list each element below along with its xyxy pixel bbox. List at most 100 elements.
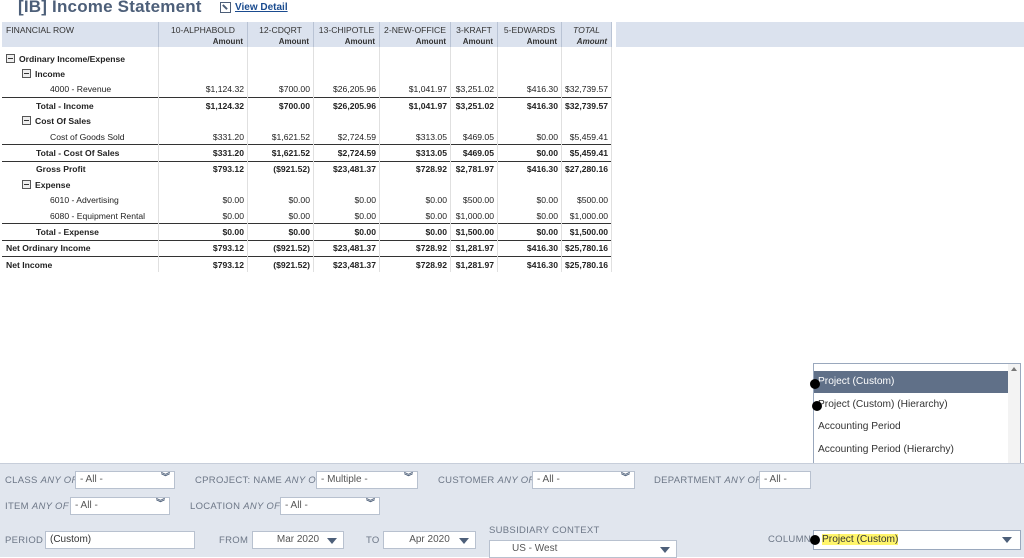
amount-cell[interactable]: $32,739.57 bbox=[561, 97, 613, 114]
amount-cell[interactable]: $1,000.00 bbox=[561, 207, 613, 224]
row-label[interactable]: Income bbox=[2, 66, 159, 82]
department-filter-select[interactable]: - All - bbox=[759, 471, 811, 489]
col-header-total[interactable]: TOTAL Amount bbox=[561, 22, 613, 47]
col-header-new-office[interactable]: 2-NEW-OFFICE Amount bbox=[379, 22, 451, 47]
period-filter-input[interactable]: (Custom) bbox=[45, 531, 195, 549]
amount-cell[interactable]: $416.30 bbox=[497, 81, 562, 98]
amount-cell[interactable]: $1,000.00 bbox=[450, 207, 498, 224]
amount-cell[interactable]: $0.00 bbox=[497, 144, 562, 162]
amount-cell[interactable]: $3,251.02 bbox=[450, 81, 498, 98]
amount-cell[interactable]: $2,724.59 bbox=[313, 128, 380, 145]
amount-cell[interactable]: $0.00 bbox=[313, 223, 380, 241]
amount-cell[interactable]: $0.00 bbox=[497, 192, 562, 208]
amount-cell[interactable]: $5,459.41 bbox=[561, 144, 613, 162]
col-header-edwards[interactable]: 5-EDWARDS Amount bbox=[497, 22, 562, 47]
amount-cell[interactable]: ($921.52) bbox=[247, 256, 314, 273]
view-detail-link[interactable]: View Detail bbox=[220, 2, 288, 13]
amount-cell[interactable]: $0.00 bbox=[497, 207, 562, 224]
amount-cell[interactable]: $1,281.97 bbox=[450, 256, 498, 273]
amount-cell[interactable]: $0.00 bbox=[247, 192, 314, 208]
col-header-kraft[interactable]: 3-KRAFT Amount bbox=[450, 22, 498, 47]
amount-cell[interactable]: $313.05 bbox=[379, 128, 451, 145]
amount-cell[interactable]: $32,739.57 bbox=[561, 81, 613, 98]
dropdown-option[interactable]: Project (Custom) bbox=[814, 371, 1008, 393]
row-label[interactable]: Cost Of Sales bbox=[2, 113, 159, 129]
amount-cell[interactable]: $416.30 bbox=[497, 160, 562, 178]
amount-cell[interactable]: $500.00 bbox=[450, 192, 498, 208]
amount-cell[interactable]: $469.05 bbox=[450, 128, 498, 145]
amount-cell[interactable]: $26,205.96 bbox=[313, 81, 380, 98]
collapse-icon[interactable] bbox=[22, 69, 31, 79]
amount-cell[interactable]: $700.00 bbox=[247, 81, 314, 98]
row-label[interactable]: Ordinary Income/Expense bbox=[2, 47, 159, 67]
amount-cell[interactable]: $5,459.41 bbox=[561, 128, 613, 145]
amount-cell[interactable]: $0.00 bbox=[158, 223, 248, 241]
amount-cell[interactable]: $1,124.32 bbox=[158, 81, 248, 98]
amount-cell[interactable]: $416.30 bbox=[497, 256, 562, 273]
subsidiary-context-select[interactable]: US - West bbox=[489, 540, 677, 558]
column-select[interactable]: Project (Custom) bbox=[813, 530, 1021, 550]
amount-cell[interactable]: $0.00 bbox=[158, 192, 248, 208]
amount-cell[interactable]: $27,280.16 bbox=[561, 160, 613, 178]
amount-cell[interactable]: $0.00 bbox=[247, 223, 314, 241]
row-label[interactable]: Expense bbox=[2, 177, 159, 193]
cproject-filter-select[interactable]: - Multiple - ︾ bbox=[316, 471, 418, 489]
amount-cell[interactable]: $728.92 bbox=[379, 160, 451, 178]
location-filter-select[interactable]: - All - ︾ bbox=[280, 497, 380, 515]
amount-cell[interactable]: $728.92 bbox=[379, 239, 451, 257]
col-header-alphabold[interactable]: 10-ALPHABOLD Amount bbox=[158, 22, 248, 47]
amount-cell[interactable]: $1,041.97 bbox=[379, 81, 451, 98]
col-header-cdqrt[interactable]: 12-CDQRT Amount bbox=[247, 22, 314, 47]
amount-cell[interactable]: $0.00 bbox=[379, 207, 451, 224]
class-filter-select[interactable]: - All - ︾ bbox=[75, 471, 175, 489]
dropdown-option[interactable]: Project (Custom) (Hierarchy) bbox=[814, 394, 1008, 416]
amount-cell[interactable]: $2,724.59 bbox=[313, 144, 380, 162]
amount-cell[interactable]: ($921.52) bbox=[247, 160, 314, 178]
amount-cell[interactable]: $1,281.97 bbox=[450, 239, 498, 257]
collapse-icon[interactable] bbox=[22, 179, 31, 189]
amount-cell[interactable]: $793.12 bbox=[158, 160, 248, 178]
amount-cell[interactable]: $0.00 bbox=[497, 223, 562, 241]
amount-cell[interactable]: $728.92 bbox=[379, 256, 451, 273]
amount-cell[interactable]: $0.00 bbox=[497, 128, 562, 145]
amount-cell[interactable]: $313.05 bbox=[379, 144, 451, 162]
amount-cell[interactable]: $26,205.96 bbox=[313, 97, 380, 114]
amount-cell[interactable]: $1,621.52 bbox=[247, 144, 314, 162]
amount-cell[interactable]: $416.30 bbox=[497, 97, 562, 114]
amount-cell[interactable]: $0.00 bbox=[158, 207, 248, 224]
amount-cell[interactable]: $1,500.00 bbox=[561, 223, 613, 241]
amount-cell[interactable]: $0.00 bbox=[247, 207, 314, 224]
amount-cell[interactable]: $416.30 bbox=[497, 239, 562, 257]
amount-cell[interactable]: $0.00 bbox=[379, 223, 451, 241]
amount-cell[interactable]: $23,481.37 bbox=[313, 160, 380, 178]
amount-cell[interactable]: $0.00 bbox=[313, 207, 380, 224]
amount-cell[interactable]: $500.00 bbox=[561, 192, 613, 208]
customer-filter-select[interactable]: - All - ︾ bbox=[532, 471, 635, 489]
amount-cell[interactable]: $25,780.16 bbox=[561, 239, 613, 257]
collapse-icon[interactable] bbox=[22, 116, 31, 126]
to-filter-select[interactable]: Apr 2020 bbox=[383, 531, 476, 549]
amount-cell[interactable]: $1,500.00 bbox=[450, 223, 498, 241]
amount-cell[interactable]: $3,251.02 bbox=[450, 97, 498, 114]
dropdown-option[interactable]: Accounting Period (Hierarchy) bbox=[814, 439, 1008, 461]
amount-cell[interactable]: $793.12 bbox=[158, 256, 248, 273]
amount-cell[interactable]: $2,781.97 bbox=[450, 160, 498, 178]
col-header-chipotle[interactable]: 13-CHIPOTLE Amount bbox=[313, 22, 380, 47]
dropdown-option[interactable]: Accounting Period bbox=[814, 416, 1008, 438]
amount-cell[interactable]: $23,481.37 bbox=[313, 239, 380, 257]
amount-cell[interactable]: $1,621.52 bbox=[247, 128, 314, 145]
amount-cell[interactable]: $1,124.32 bbox=[158, 97, 248, 114]
amount-cell[interactable]: $700.00 bbox=[247, 97, 314, 114]
amount-cell[interactable]: $0.00 bbox=[379, 192, 451, 208]
from-filter-select[interactable]: Mar 2020 bbox=[252, 531, 344, 549]
item-filter-select[interactable]: - All - ︾ bbox=[70, 497, 170, 515]
amount-cell[interactable]: $1,041.97 bbox=[379, 97, 451, 114]
amount-cell[interactable]: $469.05 bbox=[450, 144, 498, 162]
amount-cell[interactable]: $331.20 bbox=[158, 144, 248, 162]
amount-cell[interactable]: $25,780.16 bbox=[561, 256, 613, 273]
amount-cell[interactable]: $23,481.37 bbox=[313, 256, 380, 273]
amount-cell[interactable]: $793.12 bbox=[158, 239, 248, 257]
amount-cell[interactable]: $0.00 bbox=[313, 192, 380, 208]
amount-cell[interactable]: $331.20 bbox=[158, 128, 248, 145]
col-header-financial-row[interactable]: FINANCIAL ROW bbox=[2, 22, 159, 47]
